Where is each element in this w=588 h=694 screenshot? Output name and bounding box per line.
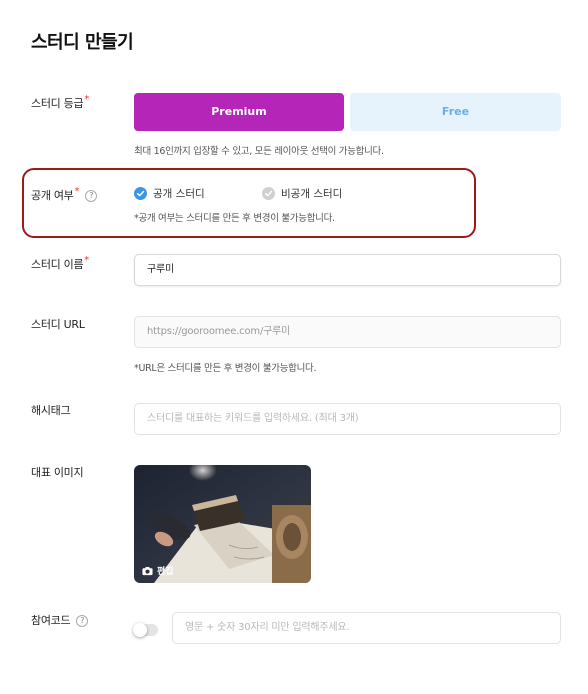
- visibility-hint: *공개 여부는 스터디를 만든 후 변경이 불가능합니다.: [134, 213, 335, 224]
- help-icon[interactable]: ?: [76, 615, 89, 627]
- url-label: 스터디 URL: [31, 318, 85, 331]
- edit-label: 편집: [157, 567, 174, 577]
- tier-free-button[interactable]: Free: [350, 93, 561, 131]
- camera-icon: [142, 566, 153, 575]
- visibility-label-text: 공개 여부: [31, 189, 74, 202]
- hashtag-label: 해시태그: [31, 404, 71, 417]
- visibility-label: 공개 여부*?: [31, 186, 98, 203]
- required-mark: *: [84, 255, 89, 266]
- representative-image[interactable]: 편집: [134, 465, 311, 583]
- join-code-toggle[interactable]: [133, 623, 158, 637]
- study-url-field: https://gooroomee.com/구루미: [134, 316, 561, 348]
- hashtag-input[interactable]: 스터디를 대표하는 키워드를 입력하세요. (최대 3개): [134, 403, 561, 435]
- image-edit-button[interactable]: 편집: [142, 564, 174, 577]
- tier-hint: 최대 16인까지 입장할 수 있고, 모든 레이아웃 선택이 가능합니다.: [134, 146, 384, 157]
- checkmark-icon: [262, 187, 275, 200]
- required-mark: *: [74, 186, 80, 197]
- image-label: 대표 이미지: [31, 466, 84, 479]
- page-title: 스터디 만들기: [31, 32, 134, 53]
- join-code-label-text: 참여코드: [31, 614, 71, 627]
- tier-premium-button[interactable]: Premium: [134, 93, 344, 131]
- required-mark: *: [84, 94, 89, 105]
- radio-private[interactable]: 비공개 스터디: [262, 186, 342, 201]
- toggle-knob: [133, 623, 147, 637]
- tier-label-text: 스터디 등급: [31, 97, 84, 110]
- radio-public-label: 공개 스터디: [153, 188, 205, 200]
- radio-public[interactable]: 공개 스터디: [134, 186, 205, 201]
- checkmark-icon: [134, 187, 147, 200]
- highlight-annotation: [22, 168, 476, 238]
- name-label-text: 스터디 이름: [31, 258, 84, 271]
- tier-label: 스터디 등급*: [31, 94, 89, 111]
- radio-private-label: 비공개 스터디: [281, 188, 343, 200]
- join-code-input[interactable]: 영문 + 숫자 30자리 미만 입력해주세요.: [172, 612, 561, 644]
- name-label: 스터디 이름*: [31, 255, 89, 272]
- study-name-input[interactable]: 구루미: [134, 254, 561, 286]
- help-icon[interactable]: ?: [85, 190, 98, 202]
- url-hint: *URL은 스터디를 만든 후 변경이 불가능합니다.: [134, 363, 317, 374]
- join-code-label: 참여코드?: [31, 612, 89, 628]
